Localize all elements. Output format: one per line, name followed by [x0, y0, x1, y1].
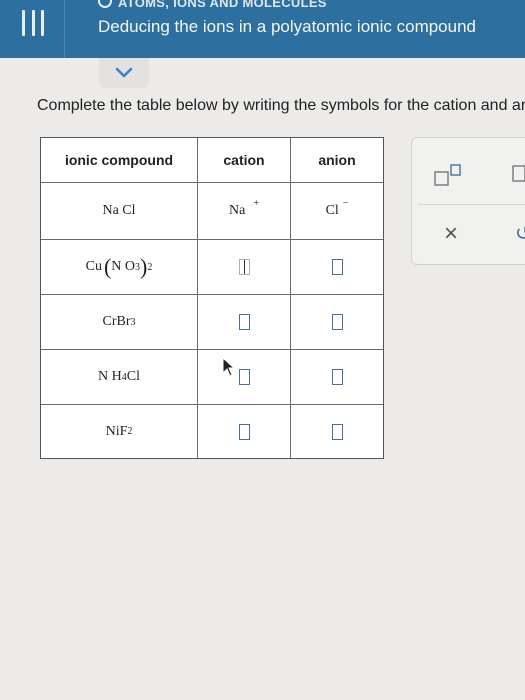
cation-symbol: Na — [229, 203, 246, 218]
compound-label: N O — [111, 259, 136, 274]
mouse-pointer-icon — [222, 357, 236, 377]
cation-input-cu[interactable] — [198, 240, 290, 294]
close-icon: × — [444, 220, 459, 247]
header-anion: anion — [318, 152, 356, 168]
cation-input-nh4[interactable] — [198, 350, 290, 404]
subscript: 2 — [127, 426, 133, 437]
compound-nif2: NiF 2 — [41, 405, 197, 458]
compound-label: N H — [98, 369, 122, 384]
answer-palette: × ↺ — [411, 137, 525, 265]
compound-nh4cl: N H 4 Cl — [41, 350, 197, 404]
cation-input-cr[interactable] — [198, 295, 290, 349]
anion-input-ni[interactable] — [291, 405, 383, 458]
compound-cu-no3-2: Cu(N O 3) 2 — [41, 240, 197, 294]
anion-answer-box[interactable] — [331, 259, 343, 275]
collapse-toggle-button[interactable] — [99, 58, 149, 88]
anion-answer-box[interactable] — [331, 423, 343, 440]
anion-charge: − — [342, 197, 349, 209]
subscript-button[interactable] — [512, 165, 525, 188]
compound-nacl: Na Cl — [41, 183, 197, 239]
cation-answer-na: Na + — [198, 183, 290, 239]
box-icon — [512, 165, 525, 182]
anion-input-cu[interactable] — [291, 240, 383, 294]
ions-table: ionic compound cation anion Na Cl Na + Cl… — [40, 137, 384, 459]
top-header: ATOMS, IONS AND MOLECULES Deducing the i… — [0, 0, 525, 58]
cation-answer-box[interactable] — [238, 423, 250, 440]
undo-button[interactable]: ↺ — [515, 224, 525, 244]
breadcrumb-text: ATOMS, IONS AND MOLECULES — [118, 0, 327, 10]
paren-open: ( — [103, 254, 112, 279]
breadcrumb: ATOMS, IONS AND MOLECULES — [98, 0, 327, 10]
chevron-down-icon — [115, 67, 133, 78]
compound-label: NiF — [105, 423, 128, 439]
menu-icon[interactable] — [22, 10, 44, 36]
cation-answer-box[interactable] — [238, 259, 250, 275]
undo-icon: ↺ — [515, 223, 525, 245]
anion-answer-cl: Cl − — [291, 183, 383, 239]
superscript-button[interactable] — [434, 164, 464, 191]
instruction-text: Complete the table below by writing the … — [37, 97, 525, 114]
compound-label: Cl — [126, 369, 140, 384]
page-title: Deducing the ions in a polyatomic ionic … — [98, 17, 477, 36]
compound-label: CrBr — [102, 314, 131, 329]
anion-answer-box[interactable] — [331, 369, 343, 385]
header-cation: cation — [223, 152, 265, 168]
close-button[interactable]: × — [444, 222, 458, 246]
cation-input-ni[interactable] — [198, 405, 290, 458]
text-caret — [243, 260, 245, 274]
subscript: 2 — [147, 261, 153, 273]
compound-label: Cu — [85, 259, 102, 274]
cation-charge: + — [253, 197, 259, 209]
cation-answer-box[interactable] — [238, 314, 250, 330]
header-divider — [64, 0, 65, 58]
paren-close: ) — [140, 254, 148, 279]
superscript-icon — [434, 164, 461, 186]
anion-symbol: Cl — [325, 203, 339, 218]
palette-divider — [418, 204, 525, 205]
cation-answer-box[interactable] — [238, 369, 250, 385]
anion-input-nh4[interactable] — [291, 350, 383, 404]
header-ionic-compound: ionic compound — [64, 152, 174, 168]
anion-input-cr[interactable] — [291, 295, 383, 349]
subscript: 3 — [130, 316, 136, 328]
progress-circle-icon — [98, 0, 112, 8]
anion-answer-box[interactable] — [331, 314, 343, 330]
compound-label: Na Cl — [102, 203, 136, 218]
compound-crbr3: CrBr 3 — [41, 295, 197, 349]
